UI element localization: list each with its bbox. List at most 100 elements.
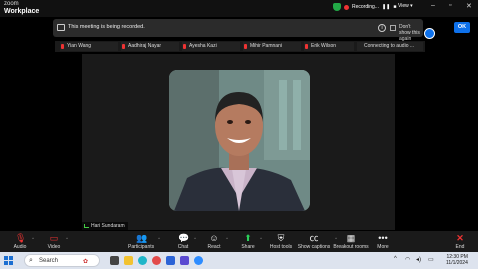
- search-highlight-icon: ✿: [83, 259, 89, 265]
- info-icon[interactable]: i: [378, 24, 386, 32]
- speaker-name-tag: Hari Sundaram: [82, 222, 128, 230]
- maximize-icon[interactable]: ▫: [449, 2, 451, 9]
- ok-button[interactable]: OK: [454, 22, 470, 33]
- title-bar: zoom Workplace Recording... ❚❚ ■ View ▾ …: [0, 0, 478, 17]
- windows-taskbar: ⌕ Search ✿ ^ ◠ ◂) ▭ 12:30 PM 11/1/2024: [0, 252, 478, 269]
- participant-tile[interactable]: Yian Wang: [60, 42, 118, 51]
- dont-show-label[interactable]: Don't show this again: [399, 24, 423, 42]
- participant-tile[interactable]: Erik Wilson: [304, 42, 354, 51]
- chat-label: Chat: [177, 244, 189, 250]
- stop-icon[interactable]: ■: [393, 4, 396, 10]
- more-label: More: [377, 244, 389, 250]
- host-tools-label: Host tools: [269, 244, 293, 250]
- breakout-rooms-button[interactable]: ▦ Breakout rooms: [333, 233, 369, 250]
- participant-tile[interactable]: Mihir Pamnani: [243, 42, 301, 51]
- clock-date: 11/1/2024: [446, 260, 468, 266]
- participants-label: Participants: [128, 244, 155, 250]
- chevron-up-icon[interactable]: ^: [394, 256, 397, 262]
- speaker-name: Hari Sundaram: [91, 223, 125, 229]
- taskbar-search[interactable]: ⌕ Search ✿: [24, 254, 100, 267]
- participant-name: Aadhiraj Nayar: [128, 43, 162, 49]
- mic-muted-icon: [122, 44, 125, 49]
- breakout-rooms-icon: ▦: [346, 233, 356, 243]
- chevron-up-icon[interactable]: ^: [226, 236, 228, 241]
- captions-button[interactable]: ㏄ Show captions ^: [297, 233, 337, 250]
- participant-tile[interactable]: Connecting to audio ...: [357, 42, 423, 51]
- video-label: Video: [47, 244, 61, 250]
- react-button[interactable]: ☺ React ^: [206, 233, 228, 250]
- audio-button[interactable]: 🎙 Audio ^: [12, 233, 34, 250]
- edge-icon[interactable]: [138, 256, 147, 265]
- recording-status[interactable]: Recording... ❚❚ ■: [333, 3, 396, 11]
- wifi-icon[interactable]: ◠: [405, 256, 410, 263]
- react-label: React: [207, 244, 221, 250]
- chevron-up-icon[interactable]: ^: [194, 236, 196, 241]
- shield-icon[interactable]: [333, 3, 341, 11]
- chevron-up-icon[interactable]: ^: [66, 236, 68, 241]
- mic-muted-icon: 🎙: [15, 233, 27, 243]
- system-clock[interactable]: 12:30 PM 11/1/2024: [446, 254, 468, 266]
- participants-icon: 👥: [136, 233, 148, 243]
- shield-icon: ⛨: [277, 233, 285, 243]
- participants-button[interactable]: 👥 Participants ^: [128, 233, 160, 250]
- captions-label: Show captions: [297, 244, 331, 250]
- meeting-toolbar: 🎙 Audio ^ ▭ Video ^ 👥 Participants ^ 💬 C…: [0, 231, 478, 252]
- participant-tile[interactable]: Ayesha Kazi: [182, 42, 240, 51]
- recording-banner: This meeting is being recorded. i Don't …: [53, 19, 470, 42]
- zoom-logo: zoom Workplace: [4, 1, 39, 15]
- participant-strip: Yian Wang Aadhiraj Nayar Ayesha Kazi Mih…: [55, 41, 425, 52]
- video-button[interactable]: ▭ Video ^: [46, 233, 68, 250]
- share-button[interactable]: ⬆ Share ^: [240, 233, 262, 250]
- search-icon: ⌕: [29, 257, 33, 264]
- breakout-label: Breakout rooms: [333, 244, 369, 250]
- task-view-icon[interactable]: [110, 256, 119, 265]
- end-label: End: [455, 244, 465, 250]
- chevron-up-icon[interactable]: ^: [158, 236, 160, 241]
- recording-label: Recording...: [352, 4, 379, 10]
- participant-name: Yian Wang: [67, 43, 92, 49]
- close-icon[interactable]: ✕: [466, 2, 472, 10]
- view-label: View: [398, 3, 409, 9]
- host-tools-button[interactable]: ⛨ Host tools: [268, 233, 294, 250]
- captions-icon: ㏄: [309, 233, 319, 243]
- audio-level-icon: [84, 224, 89, 228]
- zoom-app-icon[interactable]: [194, 256, 203, 265]
- speaker-photo: [169, 70, 310, 211]
- outlook-icon[interactable]: [166, 256, 175, 265]
- chevron-up-icon[interactable]: ^: [260, 236, 262, 241]
- chevron-up-icon[interactable]: ^: [32, 236, 34, 241]
- mic-muted-icon: [183, 44, 186, 49]
- chat-icon: 💬: [178, 233, 190, 243]
- side-panel-toggle-icon[interactable]: [424, 28, 435, 39]
- mic-muted-icon: [305, 44, 308, 49]
- more-button[interactable]: ••• More: [376, 233, 390, 250]
- react-icon: ☺: [209, 233, 219, 243]
- more-icon: •••: [378, 233, 388, 243]
- chrome-icon[interactable]: [152, 256, 161, 265]
- participant-name: Connecting to audio ...: [364, 43, 415, 49]
- share-icon: ⬆: [244, 233, 252, 243]
- participant-tile[interactable]: Aadhiraj Nayar: [121, 42, 179, 51]
- battery-icon[interactable]: ▭: [428, 256, 434, 263]
- search-placeholder: Search: [39, 258, 59, 264]
- mic-muted-icon: [244, 44, 247, 49]
- end-icon: ✕: [456, 233, 464, 243]
- audio-label: Audio: [13, 244, 27, 250]
- logo-top: zoom: [4, 1, 19, 7]
- minimize-icon[interactable]: –: [431, 2, 435, 9]
- dont-show-checkbox[interactable]: [390, 25, 396, 31]
- banner-message: This meeting is being recorded.: [68, 24, 145, 30]
- speaker-icon[interactable]: ◂): [416, 256, 421, 263]
- pause-icon[interactable]: ❚❚: [382, 4, 390, 10]
- record-icon: [57, 24, 65, 31]
- teams-icon[interactable]: [180, 256, 189, 265]
- participant-name: Ayesha Kazi: [189, 43, 217, 49]
- view-button[interactable]: View ▾: [398, 3, 413, 9]
- file-explorer-icon[interactable]: [124, 256, 133, 265]
- chat-button[interactable]: 💬 Chat ^: [176, 233, 196, 250]
- participant-name: Mihir Pamnani: [250, 43, 282, 49]
- end-button[interactable]: ✕ End: [454, 233, 466, 250]
- participant-name: Erik Wilson: [311, 43, 337, 49]
- windows-start-icon[interactable]: [4, 256, 13, 265]
- share-label: Share: [241, 244, 255, 250]
